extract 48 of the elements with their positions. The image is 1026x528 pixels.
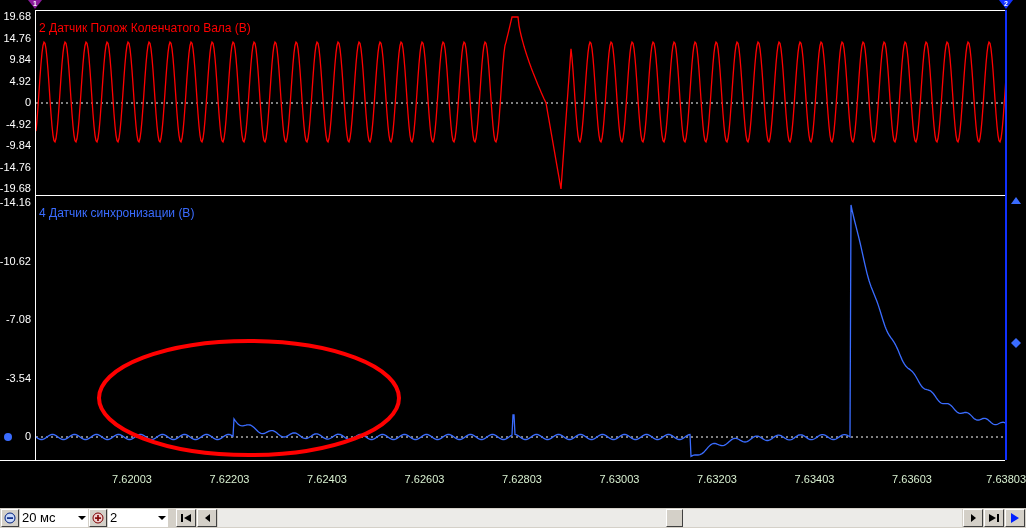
axis-tick-label: 7.62803: [502, 473, 542, 485]
axis-tick-label: 0: [24, 430, 31, 442]
zoom-in-button[interactable]: [89, 509, 107, 527]
play-icon: [1011, 513, 1019, 523]
axis-tick-label: -9.84: [5, 139, 31, 151]
axis-tick-label: 7.63603: [892, 473, 932, 485]
last-button[interactable]: [984, 509, 1004, 527]
axis-tick-label: 7.62603: [404, 473, 445, 485]
minus-circle-icon: [4, 512, 16, 524]
axis-tick-label: -14.16: [0, 196, 31, 208]
axis-tick-label: -4.92: [5, 117, 31, 130]
axis-tick-label: -19.68: [0, 182, 31, 194]
axis-tick-label: 0: [24, 96, 31, 108]
axis-tick-label: -14.76: [0, 160, 31, 173]
axis-tick-label: -7.08: [5, 313, 31, 325]
axis-tick-label: 14.76: [3, 31, 31, 44]
axis-tick-label: 7.62403: [307, 473, 347, 485]
axis-tick-label: 19.68: [3, 10, 31, 22]
axis-tick-label: -10.62: [0, 254, 31, 267]
triangle-right-icon: [970, 514, 976, 522]
channel-dot-icon[interactable]: [3, 432, 13, 442]
axis-tick-label: 7.62203: [209, 473, 250, 485]
axis-tick-label: 7.63803: [986, 473, 1026, 485]
zoom-out-button[interactable]: [1, 509, 19, 527]
first-button[interactable]: [176, 509, 196, 527]
axis-tick-label: 9.84: [9, 53, 31, 65]
skip-end-icon: [989, 514, 999, 522]
triangle-left-icon: [204, 514, 210, 522]
timebase-select[interactable]: 20 мс: [20, 509, 88, 527]
caret-icon: [158, 516, 166, 520]
scrollbar-thumb[interactable]: [666, 509, 683, 527]
channel-title: 4 Датчик синхронизации (В): [39, 205, 195, 222]
diamond-icon[interactable]: [1011, 338, 1021, 348]
previous-button[interactable]: [197, 509, 217, 527]
axis-tick-label: 7.63003: [599, 473, 640, 485]
caret-icon: [78, 516, 86, 520]
axis-tick-label: -3.54: [5, 371, 31, 384]
axis-tick-label: 4.92: [9, 74, 31, 87]
plus-circle-icon: [92, 512, 104, 524]
skip-start-icon: [181, 514, 191, 522]
axis-tick-label: 7.62003: [112, 473, 152, 485]
zoom-select[interactable]: 2: [108, 509, 168, 527]
axis-tick-label: 7.63403: [794, 473, 835, 485]
triangle-up-icon[interactable]: [1011, 197, 1021, 204]
axis-tick-label: 7.63203: [697, 473, 737, 485]
play-button[interactable]: [1005, 509, 1025, 527]
channel-title: 2 Датчик Полож Коленчатого Вала (В): [39, 20, 251, 37]
next-button[interactable]: [963, 509, 983, 527]
